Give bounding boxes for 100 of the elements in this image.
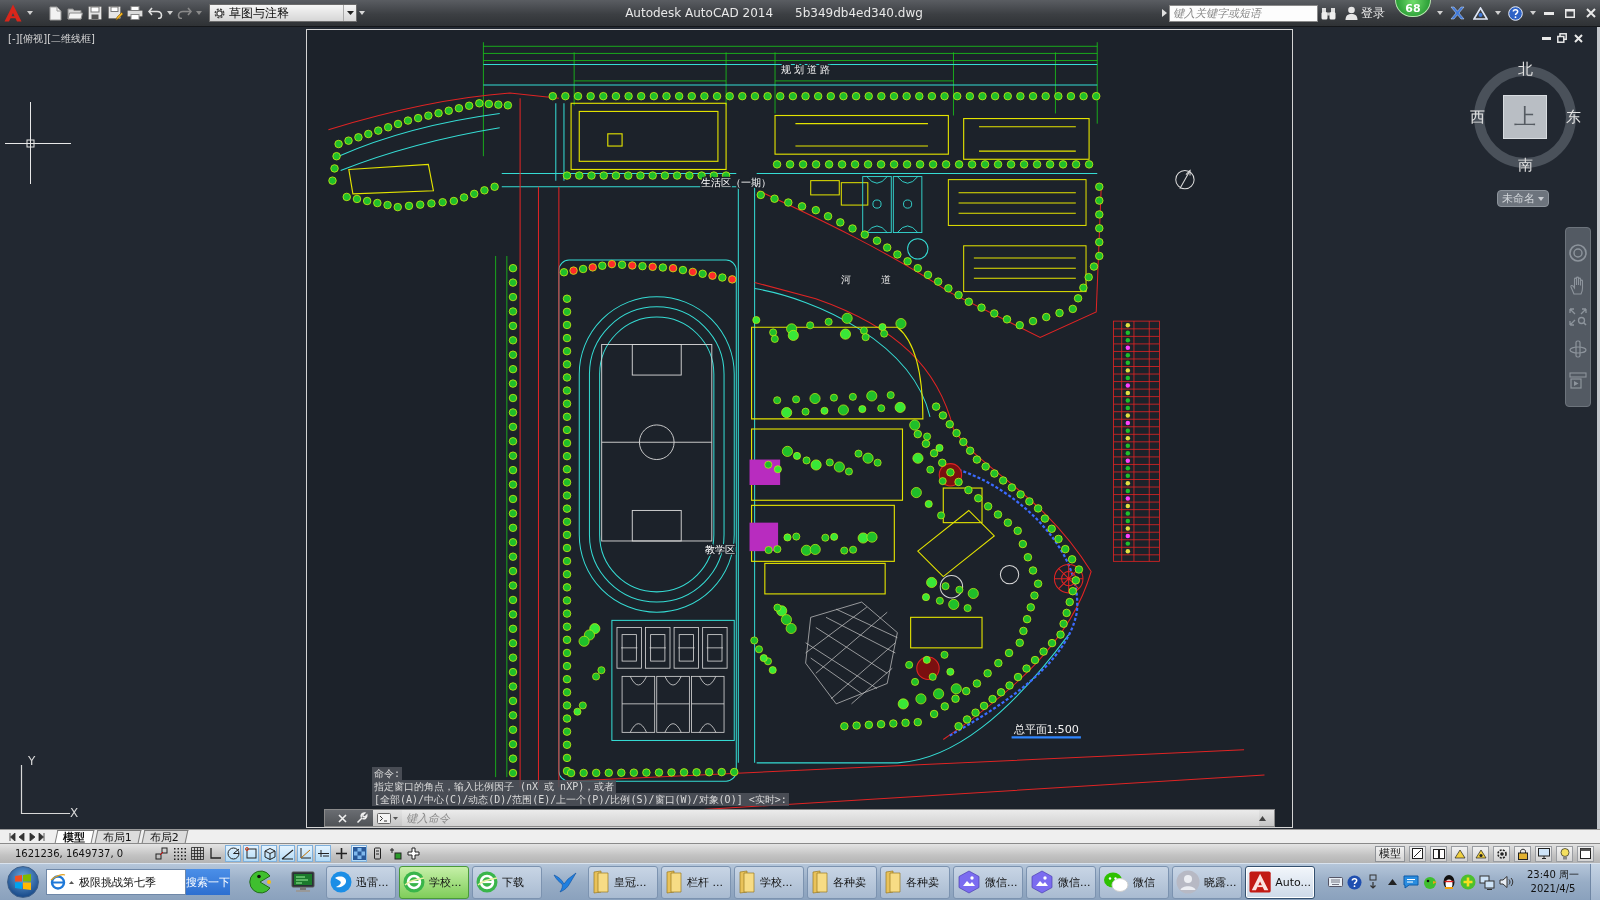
layout-tab[interactable]: 布局2: [141, 830, 189, 843]
help-button[interactable]: [1505, 3, 1525, 23]
compass-label[interactable]: 西: [1467, 108, 1487, 126]
tray-button[interactable]: [1441, 873, 1457, 891]
tree-cluster: [750, 603, 797, 674]
visibility-button[interactable]: [1472, 845, 1489, 862]
bird-icon: [1422, 874, 1438, 890]
workspace-dropdown[interactable]: 草图与注释: [209, 4, 357, 22]
lock-button[interactable]: [1514, 845, 1531, 862]
close-button[interactable]: [1571, 31, 1585, 45]
polar-toggle[interactable]: [225, 845, 241, 862]
cursor-coordinates: 1621236, 1649737, 0: [14, 848, 125, 859]
tree-cluster: [922, 577, 979, 613]
compass-label[interactable]: 东: [1563, 108, 1583, 126]
binoculars-icon: [1320, 6, 1336, 20]
dynamic-ucs-icon: [298, 847, 312, 860]
taskbar-window-button[interactable]: 晓露...: [1172, 865, 1242, 899]
osnap3d-toggle[interactable]: [261, 845, 277, 862]
orbit-icon: [1569, 340, 1587, 358]
photos-icon: [1030, 870, 1054, 894]
clock[interactable]: 23:40 周一 2021/4/5: [1523, 868, 1583, 896]
cycling-toggle[interactable]: [387, 845, 403, 862]
grid-toggle[interactable]: [189, 845, 205, 862]
taskbar-window-button[interactable]: 各种卖: [880, 865, 950, 899]
expand-arrow-icon[interactable]: [1162, 9, 1167, 17]
browser-search-field[interactable]: 极限挑战第七季: [46, 869, 186, 895]
sports-court: [691, 675, 725, 733]
planting-bed: [749, 522, 779, 552]
network-icon: [1479, 874, 1495, 890]
restore-icon: [1557, 33, 1567, 43]
layout-view-icon: [1432, 848, 1445, 859]
bulb-button[interactable]: [1556, 845, 1573, 862]
taskbar-window-button[interactable]: 微信...: [1026, 865, 1096, 899]
tray-button[interactable]: [1346, 873, 1362, 891]
customize-button[interactable]: [355, 811, 369, 825]
network-button[interactable]: [1479, 873, 1495, 891]
taskbar-window-button[interactable]: 学校...: [734, 865, 804, 899]
taskbar-window-button[interactable]: 栏杆 ...: [661, 865, 731, 899]
otrack-toggle[interactable]: [279, 845, 295, 862]
model-space-button[interactable]: 模型: [1375, 845, 1405, 862]
taskbar-window-button[interactable]: 微信...: [953, 865, 1023, 899]
app-title: Autodesk AutoCAD 2014: [625, 6, 774, 20]
history-arrow-icon[interactable]: [1259, 815, 1266, 821]
help-icon: [1346, 874, 1362, 890]
ortho-toggle[interactable]: [207, 845, 223, 862]
taskbar-window-button[interactable]: 下载: [472, 865, 542, 899]
viewport-controls[interactable]: [-][俯视][二维线框]: [8, 32, 96, 46]
osnap-toggle[interactable]: [243, 845, 259, 862]
taskbar-window-button[interactable]: 微信: [1099, 865, 1169, 899]
layout-tab[interactable]: 布局1: [94, 830, 142, 843]
compass-label[interactable]: 南: [1515, 156, 1535, 174]
chat-bubble-icon: [1403, 875, 1419, 889]
caret-icon: [195, 11, 202, 15]
folder-icon: [738, 870, 756, 894]
close-button[interactable]: [335, 811, 349, 825]
cube-snap-icon: [262, 847, 276, 860]
plus-badge-icon: [1460, 874, 1476, 890]
fullscreen-button[interactable]: [1577, 845, 1594, 862]
snap-toggle[interactable]: [171, 845, 187, 862]
gear-button[interactable]: [1493, 845, 1510, 862]
x-logo-button[interactable]: [1447, 3, 1467, 23]
command-input[interactable]: 键入命令: [402, 810, 1259, 826]
title-underline: [1011, 736, 1081, 739]
search-field[interactable]: 键入关键字或短语: [1169, 4, 1318, 22]
taskbar-window-button[interactable]: 皇冠...: [588, 865, 658, 899]
lineweight-toggle[interactable]: [333, 845, 349, 862]
redo-icon: [176, 7, 192, 19]
save-as-button[interactable]: [105, 3, 125, 23]
ortho-icon: [208, 847, 222, 860]
transparency-toggle[interactable]: [351, 845, 367, 862]
lock-icon: [1517, 847, 1528, 860]
bird-icon: [553, 871, 577, 893]
dyn-toggle[interactable]: [315, 845, 331, 862]
restore-button[interactable]: [1555, 31, 1569, 45]
layout-tab[interactable]: 模型: [54, 830, 95, 843]
viewcube-face[interactable]: 上: [1503, 95, 1547, 139]
scale-button[interactable]: [1451, 845, 1468, 862]
constraint-icon: [154, 847, 168, 860]
start-button[interactable]: [7, 866, 39, 898]
save-button[interactable]: [85, 3, 105, 23]
ducs-toggle[interactable]: [297, 845, 313, 862]
grid-icon: [190, 847, 204, 860]
print-button[interactable]: [125, 3, 145, 23]
volume-button[interactable]: [1498, 873, 1514, 891]
wrench-icon: [356, 812, 368, 824]
taskbar-window-button[interactable]: 各种卖: [807, 865, 877, 899]
close-icon: [1586, 8, 1596, 18]
taskbar-window-button[interactable]: 学校...: [399, 865, 469, 899]
sign-in-button[interactable]: 登录: [1345, 4, 1385, 22]
maximize-icon: [1565, 8, 1575, 18]
search-button[interactable]: 搜索一下: [186, 869, 230, 895]
infer-toggle[interactable]: [153, 845, 169, 862]
compass-label[interactable]: 北: [1515, 60, 1535, 78]
plaza-circle: [999, 564, 1020, 585]
taskbar-window-button[interactable]: 迅雷...: [326, 865, 396, 899]
taskbar-window-button[interactable]: Auto...: [1245, 865, 1315, 899]
monitor-button[interactable]: [1535, 845, 1552, 862]
model-view-button[interactable]: [1409, 845, 1426, 862]
layout-view-button[interactable]: [1430, 845, 1447, 862]
annomonitor-toggle[interactable]: [405, 845, 421, 862]
